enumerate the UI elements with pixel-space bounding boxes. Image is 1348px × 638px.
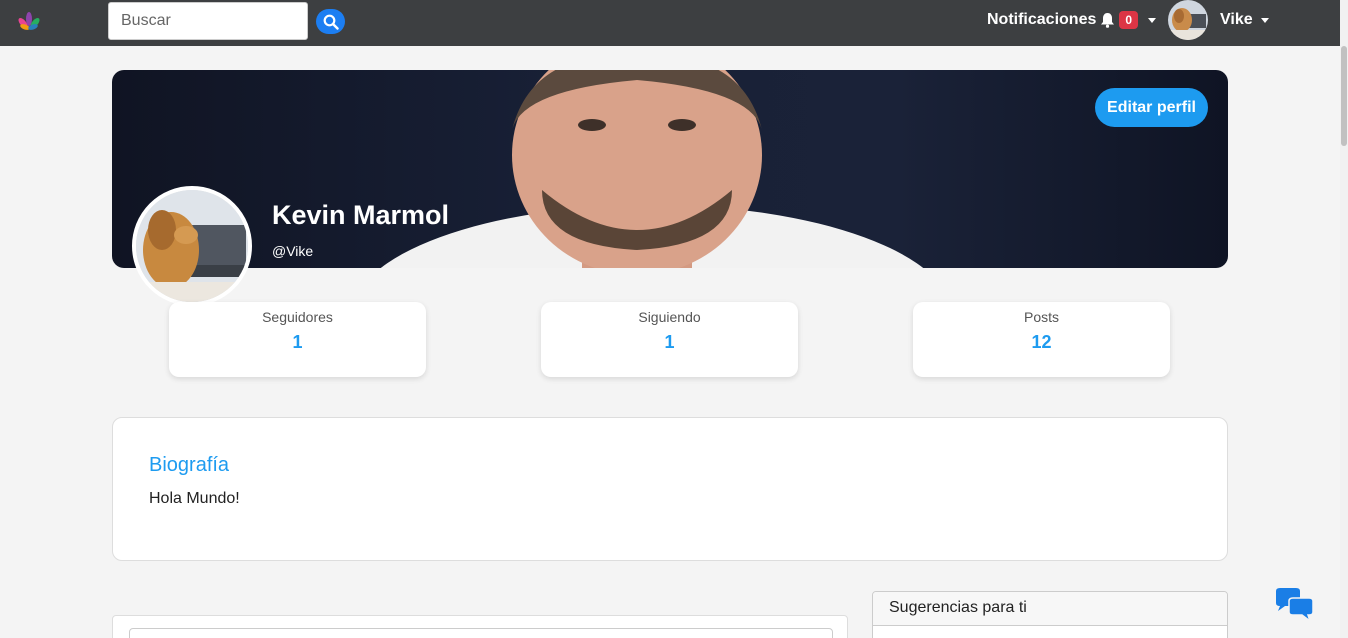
stat-label: Seguidores [262,309,333,325]
user-name: Vike [1220,11,1253,28]
stat-value: 1 [292,332,303,352]
biography-card: Biografía Hola Mundo! [112,417,1228,561]
profile-avatar[interactable] [132,186,252,306]
bell-icon [1100,12,1115,28]
notifications-dropdown[interactable]: Notificaciones 0 [987,0,1157,40]
search-button[interactable] [316,9,345,34]
user-menu-dropdown[interactable]: Vike [1168,0,1269,40]
stat-card-followers[interactable]: Seguidores 1 [169,302,426,377]
biography-text: Hola Mundo! [149,490,240,507]
biography-title: Biografía [149,454,230,476]
cover-photo [380,70,924,268]
chevron-down-icon [1260,17,1269,23]
scrollbar-thumb[interactable] [1341,46,1347,146]
stat-card-following[interactable]: Siguiendo 1 [541,302,798,377]
stat-card-posts[interactable]: Posts 12 [913,302,1170,377]
chevron-down-icon [1148,17,1157,23]
posts-card [112,615,848,638]
suggestions-title: Sugerencias para ti [873,592,1227,626]
top-navbar: Notificaciones 0 Vike [0,0,1340,46]
search-icon [323,14,339,30]
profile-handle: @Vike [272,243,314,259]
edit-profile-button[interactable]: Editar perfil [1095,88,1208,127]
chat-bubbles-icon[interactable] [1273,588,1315,622]
suggestions-card: Sugerencias para ti [872,591,1228,638]
profile-cover: Editar perfil [112,70,1228,268]
flower-logo-icon[interactable] [17,11,41,33]
post-composer[interactable] [129,628,833,638]
search-input[interactable] [108,2,308,40]
stat-label: Siguiendo [638,309,701,325]
stat-value: 1 [664,332,675,352]
page-scrollbar[interactable] [1340,0,1348,638]
notification-count-badge: 0 [1119,11,1139,29]
profile-name: Kevin Marmol [272,200,450,230]
stat-label: Posts [1023,309,1059,325]
notifications-label: Notificaciones [987,11,1097,28]
stat-value: 12 [1031,332,1052,352]
avatar [1168,0,1208,40]
